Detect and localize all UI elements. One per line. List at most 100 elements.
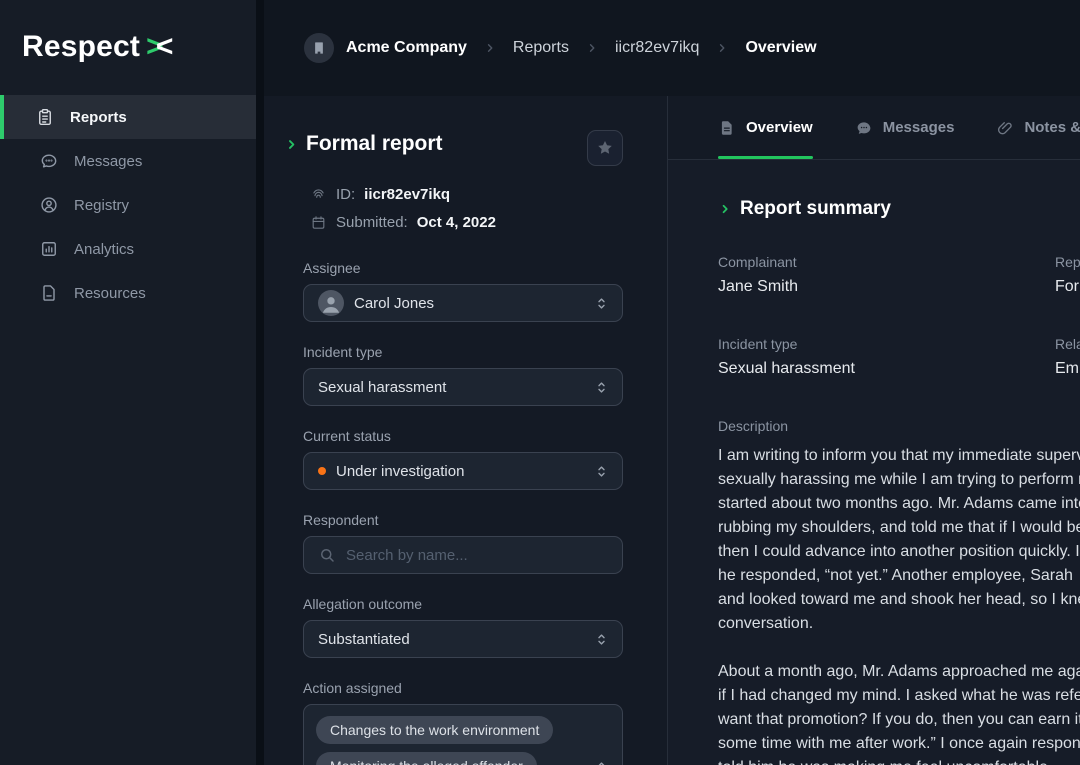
document-icon: [39, 283, 59, 303]
tab-messages[interactable]: Messages: [855, 96, 955, 159]
bar-chart-icon: [39, 239, 59, 259]
report-summary-heading: Report summary: [718, 198, 1080, 220]
clipboard-icon: [35, 107, 55, 127]
allegation-outcome-select[interactable]: Substantiated: [303, 620, 623, 658]
breadcrumb-overview[interactable]: Overview: [745, 39, 816, 57]
summary-field-incident-type: Incident type Sexual harassment: [718, 336, 1055, 378]
assignee-select[interactable]: Carol Jones: [303, 284, 623, 322]
summary-label: Incident type: [718, 336, 1055, 352]
description-line: started about two months ago. Mr. Adams …: [718, 492, 1080, 516]
breadcrumb-company[interactable]: Acme Company: [346, 39, 467, 57]
sidebar-item-messages[interactable]: Messages: [0, 139, 256, 183]
incident-type-label: Incident type: [303, 344, 623, 360]
fingerprint-icon: [310, 186, 327, 203]
description-line: he responded, “not yet.” Another employe…: [718, 564, 1080, 588]
respondent-search-field[interactable]: [303, 536, 623, 574]
action-tag[interactable]: Monitoring the alleged offender: [316, 752, 537, 765]
select-chevrons-icon: [593, 759, 610, 765]
document-filled-icon: [718, 119, 736, 137]
respondent-label: Respondent: [303, 512, 623, 528]
building-icon: [304, 33, 334, 63]
main-area: Acme Company Reports iicr82ev7ikq Overvi…: [264, 0, 1080, 765]
report-panel: Formal report ID: iicr82ev7ikq Submitted…: [264, 96, 668, 765]
incident-type-value: Sexual harassment: [318, 379, 446, 396]
calendar-icon: [310, 214, 327, 231]
summary-field-report-type: Report type Formal: [1055, 254, 1080, 296]
action-tag[interactable]: Changes to the work environment: [316, 716, 553, 744]
section-title: Report summary: [740, 198, 891, 220]
report-id-value: iicr82ev7ikq: [364, 186, 450, 203]
sidebar-item-resources[interactable]: Resources: [0, 271, 256, 315]
action-assigned-group: Action assigned Changes to the work envi…: [303, 680, 623, 765]
description-line: conversation.: [718, 612, 1080, 636]
current-status-group: Current status Under investigation: [303, 428, 623, 490]
summary-value: Jane Smith: [718, 278, 1055, 296]
allegation-outcome-value: Substantiated: [318, 631, 410, 648]
summary-value: Employee: [1055, 360, 1080, 378]
chevron-right-icon: [284, 137, 299, 152]
report-id-label: ID:: [336, 186, 355, 203]
sidebar: Respect>< Reports Messages Registry Anal…: [0, 0, 256, 765]
chevron-right-icon: [585, 41, 599, 55]
chevron-right-icon: [718, 202, 732, 216]
sidebar-item-label: Registry: [74, 197, 129, 214]
sidebar-item-label: Messages: [74, 153, 142, 170]
description-line: sexually harassing me while I am trying …: [718, 468, 1080, 492]
report-form: Assignee Carol Jones Incident type Sexua…: [303, 260, 623, 765]
description-line: if I had changed my mind. I asked what h…: [718, 684, 1080, 708]
action-assigned-label: Action assigned: [303, 680, 623, 696]
summary-label: Complainant: [718, 254, 1055, 270]
report-id-row: ID: iicr82ev7ikq: [310, 182, 667, 206]
brand-name: Respect: [22, 30, 140, 63]
breadcrumb: Acme Company Reports iicr82ev7ikq Overvi…: [264, 0, 1080, 96]
summary-value: Formal: [1055, 278, 1080, 296]
description-line: told him he was making me feel uncomfort…: [718, 756, 1080, 765]
sidebar-item-registry[interactable]: Registry: [0, 183, 256, 227]
description-line: I am writing to inform you that my immed…: [718, 444, 1080, 468]
select-chevrons-icon: [593, 379, 610, 396]
chat-bubble-icon: [39, 151, 59, 171]
respondent-search-input[interactable]: [346, 547, 576, 564]
sidebar-item-label: Analytics: [74, 241, 134, 258]
allegation-outcome-label: Allegation outcome: [303, 596, 623, 612]
chevron-right-icon: [715, 41, 729, 55]
select-chevrons-icon: [593, 463, 610, 480]
person-circle-icon: [39, 195, 59, 215]
star-icon: [595, 138, 615, 158]
assignee-label: Assignee: [303, 260, 623, 276]
summary-value: Sexual harassment: [718, 360, 1055, 378]
breadcrumb-reports[interactable]: Reports: [513, 39, 569, 57]
respondent-group: Respondent: [303, 512, 623, 574]
action-assigned-multiselect[interactable]: Changes to the work environment Monitori…: [303, 704, 623, 765]
description-line: some time with me after work.” I once ag…: [718, 732, 1080, 756]
description-section: Description I am writing to inform you t…: [718, 418, 1080, 765]
tab-notes-statements[interactable]: Notes & Statements: [996, 96, 1080, 159]
sidebar-item-analytics[interactable]: Analytics: [0, 227, 256, 271]
current-status-select[interactable]: Under investigation: [303, 452, 623, 490]
description-line: want that promotion? If you do, then you…: [718, 708, 1080, 732]
star-button[interactable]: [587, 130, 623, 166]
person-avatar-icon: [318, 290, 344, 316]
assignee-value: Carol Jones: [354, 295, 434, 312]
report-title: Formal report: [306, 132, 443, 156]
breadcrumb-report-id[interactable]: iicr82ev7ikq: [615, 39, 699, 57]
tab-label: Messages: [883, 119, 955, 136]
sidebar-item-reports[interactable]: Reports: [0, 95, 256, 139]
incident-type-select[interactable]: Sexual harassment: [303, 368, 623, 406]
chevron-right-icon: [483, 41, 497, 55]
report-submitted-value: Oct 4, 2022: [417, 214, 496, 231]
tab-overview[interactable]: Overview: [718, 96, 813, 159]
tab-label: Overview: [746, 119, 813, 136]
description-line: About a month ago, Mr. Adams approached …: [718, 660, 1080, 684]
detail-panel: Overview Messages Notes & Statements: [668, 96, 1080, 765]
assignee-group: Assignee Carol Jones: [303, 260, 623, 322]
description-label: Description: [718, 418, 1080, 434]
app-logo: Respect><: [0, 0, 256, 95]
select-chevrons-icon: [593, 295, 610, 312]
select-chevrons-icon: [593, 631, 610, 648]
tab-label: Notes & Statements: [1024, 119, 1080, 136]
report-submitted-label: Submitted:: [336, 214, 408, 231]
chat-filled-icon: [855, 119, 873, 137]
current-status-label: Current status: [303, 428, 623, 444]
description-line: rubbing my shoulders, and told me that i…: [718, 516, 1080, 540]
